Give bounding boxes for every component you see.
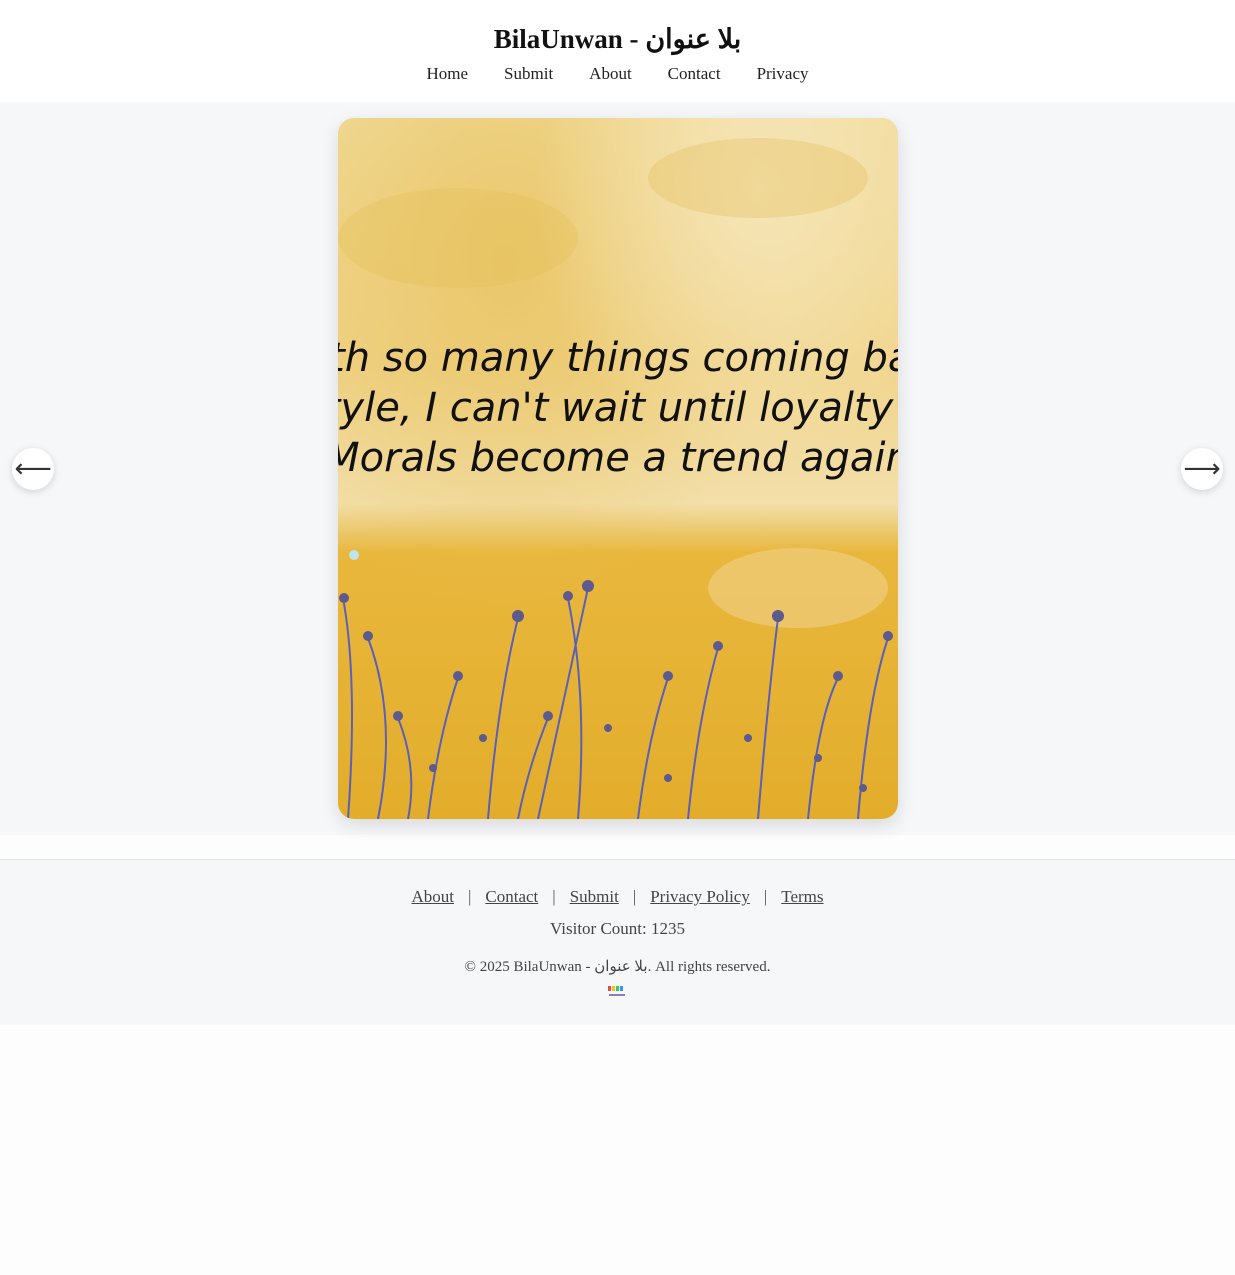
footer-link-submit[interactable]: Submit	[570, 886, 619, 908]
quote-carousel: ⟵ h so many things coming b yle, I can't…	[0, 102, 1235, 835]
site-title[interactable]: BilaUnwan - بلا عنوان	[0, 22, 1235, 56]
nav-contact[interactable]: Contact	[668, 62, 721, 86]
footer-link-terms[interactable]: Terms	[781, 886, 823, 908]
footer-link-contact[interactable]: Contact	[485, 886, 538, 908]
site-header: BilaUnwan - بلا عنوان Home Submit About …	[0, 0, 1235, 102]
quote-text: With so many things coming back in style…	[338, 335, 898, 481]
footer-separator: |	[632, 887, 637, 906]
quote-line-3: Morals become a trend again	[338, 435, 898, 481]
quote-image: With so many things coming back in style…	[338, 118, 898, 819]
copyright: © 2025 BilaUnwan - بلا عنوان. All rights…	[464, 959, 771, 975]
nav-privacy[interactable]: Privacy	[757, 62, 809, 86]
footer-link-about[interactable]: About	[411, 886, 454, 908]
arrow-right-icon[interactable]: ⟶	[1181, 448, 1223, 490]
arrow-left-icon[interactable]: ⟵	[12, 448, 54, 490]
footer-separator: |	[467, 887, 472, 906]
footer-logo-icon	[608, 986, 625, 996]
footer-separator: |	[552, 887, 556, 906]
visitor-count: Visitor Count: 1235	[550, 919, 685, 938]
footer-links: About | Contact | Submit | Privacy Polic…	[0, 886, 1235, 908]
site-footer: About | Contact | Submit | Privacy Polic…	[0, 859, 1235, 1025]
quote-line-1: With so many things coming back	[338, 335, 898, 381]
quote-line-2: in style, I can't wait until loyalty and	[338, 385, 898, 431]
nav-home[interactable]: Home	[427, 62, 469, 86]
footer-link-privacy-policy[interactable]: Privacy Policy	[650, 886, 750, 908]
footer-separator: |	[763, 887, 768, 906]
main-nav: Home Submit About Contact Privacy	[0, 62, 1235, 86]
nav-submit[interactable]: Submit	[504, 62, 553, 86]
nav-about[interactable]: About	[589, 62, 632, 86]
